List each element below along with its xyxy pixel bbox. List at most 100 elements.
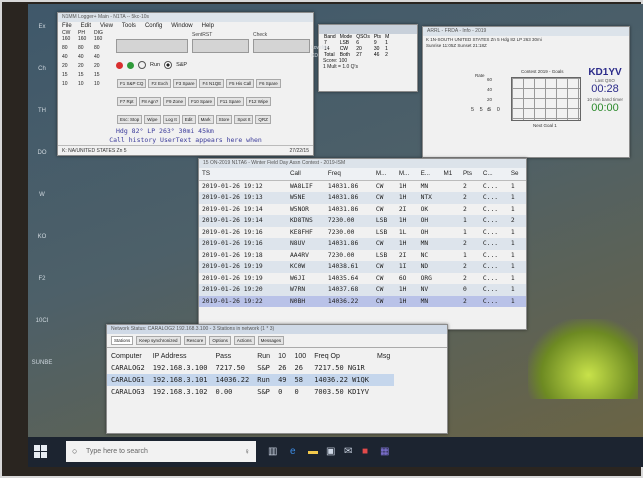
file-explorer-icon[interactable]: ▬ xyxy=(308,446,318,458)
network-column-header[interactable]: Computer xyxy=(107,350,149,362)
band-button[interactable]: 160 xyxy=(94,36,105,45)
edge-browser-icon[interactable]: e xyxy=(290,446,296,458)
log-column-header[interactable]: M... xyxy=(372,168,396,181)
log-row[interactable]: 2019-01-26 19:12 WA8LIF 14031.86 CW 1H MN 2 C..… xyxy=(199,180,526,192)
log-row[interactable]: 2019-01-26 19:19 KC0W 14038.61 CW 1I ND 2 C... 1 xyxy=(199,261,526,273)
check-input[interactable] xyxy=(253,39,310,53)
band-button[interactable]: 80 xyxy=(94,45,105,54)
band-button[interactable]: 40 xyxy=(62,54,73,63)
log-column-header[interactable]: Freq xyxy=(324,168,373,181)
network-tab[interactable]: Rescore xyxy=(183,336,207,345)
call-input[interactable] xyxy=(116,39,188,53)
log-row[interactable]: 2019-01-26 19:22 N0BH 14036.22 CW 1H MN 2 C... 1 xyxy=(199,295,526,307)
function-key-button[interactable]: Esc: Stop xyxy=(117,115,143,124)
desktop-icon[interactable]: SUNBE xyxy=(28,360,56,402)
function-key-button[interactable]: F10 Spare xyxy=(188,97,216,106)
band-button[interactable]: 15 xyxy=(94,72,105,81)
function-key-button[interactable]: F11 Spare xyxy=(217,97,244,106)
log-column-header[interactable]: C... xyxy=(479,168,508,181)
desktop-icon[interactable]: Ch xyxy=(28,66,56,108)
log-row[interactable]: 2019-01-26 19:20 W7RN 14037.68 CW 1H NV 0 C... 1 xyxy=(199,284,526,296)
band-button[interactable]: 80 xyxy=(62,45,73,54)
network-column-header[interactable]: 100 xyxy=(291,350,311,362)
desktop-icon[interactable]: DO xyxy=(28,150,56,192)
function-key-button[interactable]: F7 Rpt xyxy=(117,97,137,106)
log-row[interactable]: 2019-01-26 19:16 N8UV 14031.86 CW 1H MN 2 C... 1 xyxy=(199,238,526,250)
network-column-header[interactable]: Freq Op xyxy=(310,350,373,362)
function-key-button[interactable]: F5 His Call xyxy=(226,79,255,88)
network-row[interactable]: CARALOG1 192.168.3.101 14036.22 Run 49 58 1403… xyxy=(107,374,395,386)
band-button[interactable]: 160 xyxy=(62,36,73,45)
log-row[interactable]: 2019-01-26 19:14 W5NOR 14031.86 CW 2I OK 2 C...… xyxy=(199,204,526,216)
network-tab[interactable]: Options xyxy=(209,336,231,345)
log-column-header[interactable]: Call xyxy=(286,168,325,181)
function-key-button[interactable]: F9 Zone xyxy=(163,97,187,106)
desktop-icon[interactable]: Ex xyxy=(28,24,56,66)
log-column-header[interactable]: M... xyxy=(395,168,418,181)
network-tab[interactable]: Keep synchronized xyxy=(136,336,181,345)
band-button[interactable]: 15 xyxy=(62,72,73,81)
network-row[interactable]: CARALOG2 192.168.3.100 7217.50 S&P 26 26 7217.… xyxy=(107,362,394,374)
task-view-icon[interactable]: ▥ xyxy=(268,446,277,458)
network-column-header[interactable]: Run xyxy=(253,350,274,362)
log-row[interactable]: 2019-01-26 19:16 KE8FHF 7230.00 LSB 1L OH 1 C..… xyxy=(199,227,526,239)
function-key-button[interactable]: F1 S&P CQ xyxy=(117,79,147,88)
sent-rst-input[interactable] xyxy=(192,39,249,53)
log-row[interactable]: 2019-01-26 19:14 KD8TNS 7230.00 LSB 1H OH 1 C..… xyxy=(199,215,526,227)
app-icon-red[interactable]: ■ xyxy=(362,446,368,458)
sp-radio[interactable] xyxy=(164,61,173,69)
network-column-header[interactable]: Msg xyxy=(373,350,394,362)
menu-item-tools[interactable]: Tools xyxy=(122,23,136,29)
function-key-button[interactable]: F3 Spare xyxy=(172,79,198,88)
band-button[interactable]: 20 xyxy=(94,63,105,72)
windows-start-icon[interactable] xyxy=(34,445,47,458)
log-column-header[interactable]: Se xyxy=(507,168,526,181)
log-row[interactable]: 2019-01-26 19:19 W6JI 14035.64 CW 6O ORG 2 C...… xyxy=(199,273,526,285)
function-key-button[interactable]: F2 Exch xyxy=(148,79,171,88)
function-key-button[interactable]: F4 N1QE xyxy=(199,79,225,88)
function-key-button[interactable]: Mark xyxy=(197,115,214,124)
desktop-icon[interactable]: TH xyxy=(28,108,56,150)
network-column-header[interactable]: IP Address xyxy=(149,350,212,362)
function-key-button[interactable]: Store xyxy=(215,115,233,124)
taskbar-search-input[interactable]: ○ Type here to search ♀ xyxy=(66,441,256,462)
band-button[interactable]: 10 xyxy=(94,81,105,90)
function-key-button[interactable]: Log It xyxy=(162,115,180,124)
band-button[interactable]: 20 xyxy=(62,63,73,72)
run-radio[interactable] xyxy=(138,61,146,69)
menu-item-view[interactable]: View xyxy=(100,23,113,29)
log-column-header[interactable]: E... xyxy=(417,168,441,181)
band-button[interactable]: 10 xyxy=(62,81,73,90)
microphone-icon[interactable]: ♀ xyxy=(244,441,250,462)
n1mm-app-icon[interactable]: ▦ xyxy=(380,446,389,458)
band-button[interactable]: 80 xyxy=(78,45,89,54)
log-column-header[interactable]: Pts xyxy=(459,168,480,181)
function-key-button[interactable]: F12 Wipe xyxy=(245,97,272,106)
network-row[interactable]: CARALOG3 192.168.3.102 0.00 S&P 0 0 7003.50 KD… xyxy=(107,386,394,398)
band-button[interactable]: 10 xyxy=(78,81,89,90)
menu-item-help[interactable]: Help xyxy=(202,23,214,29)
desktop-icon[interactable]: 10CI xyxy=(28,318,56,360)
desktop-icon[interactable]: W xyxy=(28,192,56,234)
menu-item-file[interactable]: File xyxy=(62,23,72,29)
network-tab[interactable]: Messages xyxy=(257,336,285,345)
desktop-icon[interactable]: KO xyxy=(28,234,56,276)
network-column-header[interactable]: Pass xyxy=(212,350,254,362)
menu-item-window[interactable]: Window xyxy=(171,23,192,29)
band-button[interactable]: 40 xyxy=(78,54,89,63)
log-row[interactable]: 2019-01-26 19:13 W5NE 14031.86 CW 1H NTX 2 C...… xyxy=(199,192,526,204)
band-button[interactable]: 20 xyxy=(78,63,89,72)
network-column-header[interactable]: 10 xyxy=(274,350,290,362)
function-key-button[interactable]: F8 Agn? xyxy=(138,97,162,106)
function-key-button[interactable]: QRZ xyxy=(255,115,271,124)
network-tab[interactable]: Actions xyxy=(233,336,255,345)
store-icon[interactable]: ▣ xyxy=(326,446,335,458)
menu-item-config[interactable]: Config xyxy=(145,23,162,29)
log-row[interactable]: 2019-01-26 19:18 AA4RV 7230.00 LSB 2I NC 1 C...… xyxy=(199,250,526,262)
function-key-button[interactable]: Spot It xyxy=(234,115,254,124)
desktop-icon[interactable]: F2 xyxy=(28,276,56,318)
band-button[interactable]: 40 xyxy=(94,54,105,63)
menu-item-edit[interactable]: Edit xyxy=(81,23,91,29)
band-button[interactable]: 15 xyxy=(78,72,89,81)
function-key-button[interactable]: Edit xyxy=(181,115,196,124)
